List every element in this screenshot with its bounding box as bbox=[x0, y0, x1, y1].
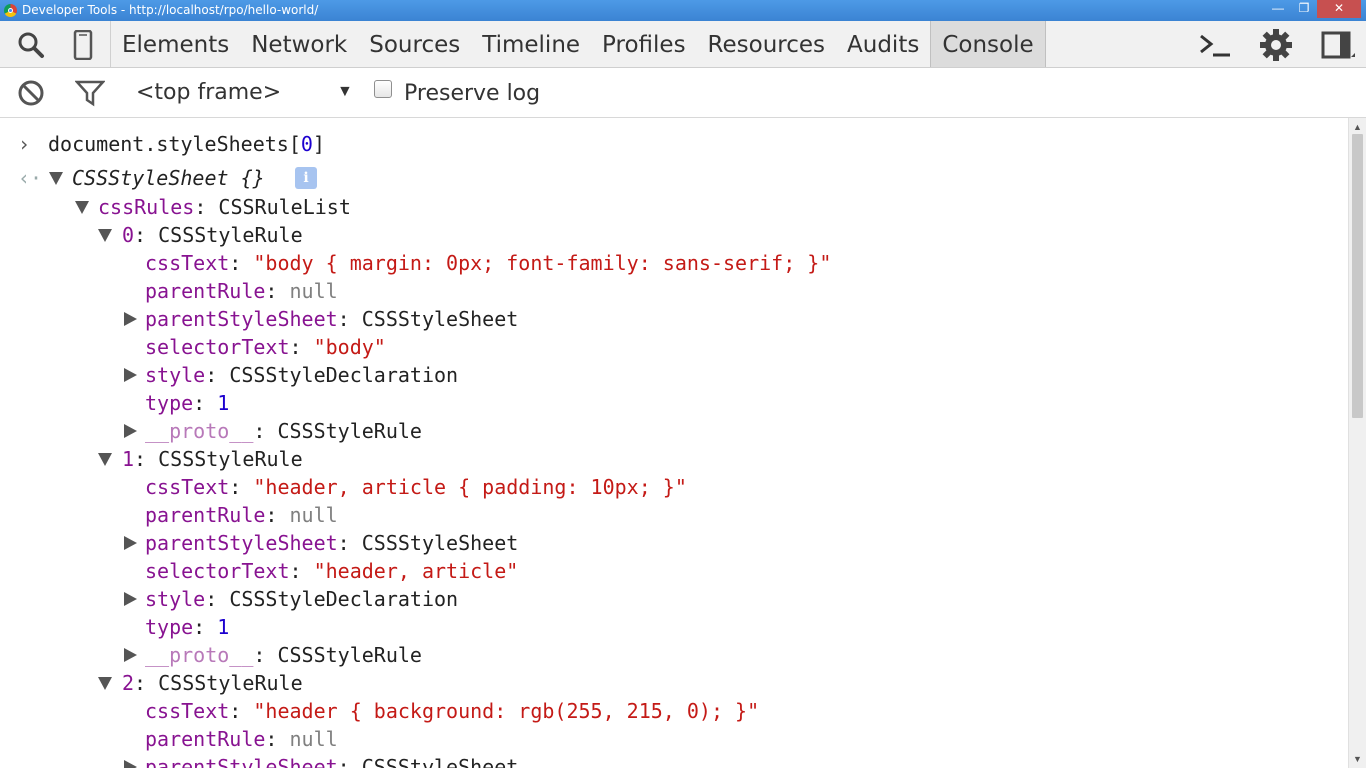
prop-style[interactable]: style: CSSStyleDeclaration bbox=[145, 585, 458, 613]
prop-parentrule: parentRule: null bbox=[145, 503, 338, 527]
rule-row[interactable]: 0: CSSStyleRule bbox=[122, 221, 303, 249]
window-title: Developer Tools - http://localhost/rpo/h… bbox=[22, 3, 319, 17]
expand-parentstylesheet-icon[interactable] bbox=[124, 536, 137, 550]
window-titlebar: Developer Tools - http://localhost/rpo/h… bbox=[0, 0, 1366, 21]
window-controls: — ❐ ✕ bbox=[1265, 0, 1361, 18]
minimize-icon[interactable]: — bbox=[1265, 0, 1291, 18]
info-icon[interactable]: i bbox=[295, 167, 317, 189]
scrollbar-thumb[interactable] bbox=[1352, 134, 1363, 418]
input-index: 0 bbox=[300, 132, 313, 156]
rule-row[interactable]: 2: CSSStyleRule bbox=[122, 669, 303, 697]
prop-type: type: 1 bbox=[145, 615, 230, 639]
tab-network[interactable]: Network bbox=[240, 21, 358, 67]
dock-side-icon[interactable] bbox=[1318, 21, 1358, 68]
expand-style-icon[interactable] bbox=[124, 592, 137, 606]
expand-proto-icon[interactable] bbox=[124, 424, 137, 438]
prop-selectortext: selectorText: "header, article" bbox=[145, 559, 519, 583]
prop-proto[interactable]: __proto__: CSSStyleRule bbox=[145, 641, 422, 669]
input-prompt-icon: › bbox=[18, 132, 31, 156]
preserve-log-checkbox[interactable] bbox=[374, 80, 392, 98]
preserve-log-label: Preserve log bbox=[404, 81, 541, 106]
expand-rule-icon[interactable] bbox=[98, 677, 112, 690]
input-close: ] bbox=[312, 132, 325, 156]
prop-csstext: cssText: "header, article { padding: 10p… bbox=[145, 475, 687, 499]
panel-tabs: Elements Network Sources Timeline Profil… bbox=[110, 21, 1046, 67]
devtools-toolbar: Elements Network Sources Timeline Profil… bbox=[0, 21, 1366, 68]
close-icon[interactable]: ✕ bbox=[1317, 0, 1361, 18]
search-icon[interactable] bbox=[14, 21, 48, 68]
prop-parentstylesheet[interactable]: parentStyleSheet: CSSStyleSheet bbox=[145, 529, 518, 557]
console-filterbar: <top frame> ▼ Preserve log bbox=[0, 68, 1366, 118]
chrome-icon bbox=[4, 4, 17, 17]
prop-parentrule: parentRule: null bbox=[145, 279, 338, 303]
console-output: › document.styleSheets[0] ‹· CSSStyleShe… bbox=[0, 118, 1348, 768]
scroll-down-icon[interactable]: ▼ bbox=[1353, 754, 1362, 764]
cssrules-row[interactable]: cssRules: CSSRuleList bbox=[98, 193, 351, 221]
expand-parentstylesheet-icon[interactable] bbox=[124, 312, 137, 326]
result-type[interactable]: CSSStyleSheet {} bbox=[72, 164, 265, 192]
console-scrollbar[interactable]: ▲ ▼ bbox=[1348, 118, 1366, 768]
expand-rule-icon[interactable] bbox=[98, 229, 112, 242]
prop-csstext: cssText: "body { margin: 0px; font-famil… bbox=[145, 251, 832, 275]
expand-proto-icon[interactable] bbox=[124, 648, 137, 662]
input-expression: document.styleSheets[ bbox=[48, 132, 301, 156]
result-arrow-icon: ‹· bbox=[18, 166, 43, 190]
tab-profiles[interactable]: Profiles bbox=[591, 21, 697, 67]
tab-console[interactable]: Console bbox=[930, 21, 1046, 67]
tab-resources[interactable]: Resources bbox=[697, 21, 836, 67]
prop-parentstylesheet[interactable]: parentStyleSheet: CSSStyleSheet bbox=[145, 753, 518, 768]
filter-icon[interactable] bbox=[74, 68, 106, 118]
expand-parentstylesheet-icon[interactable] bbox=[124, 760, 137, 768]
clear-console-icon[interactable] bbox=[14, 68, 48, 118]
console-input-line[interactable]: document.styleSheets[0] bbox=[48, 130, 325, 158]
expand-rule-icon[interactable] bbox=[98, 453, 112, 466]
restore-icon[interactable]: ❐ bbox=[1291, 0, 1317, 18]
gear-icon[interactable] bbox=[1258, 21, 1294, 68]
drawer-console-icon[interactable] bbox=[1196, 21, 1234, 68]
tab-audits[interactable]: Audits bbox=[836, 21, 930, 67]
expand-style-icon[interactable] bbox=[124, 368, 137, 382]
prop-parentrule: parentRule: null bbox=[145, 727, 338, 751]
expand-cssrules-icon[interactable] bbox=[75, 201, 89, 214]
frame-select[interactable]: <top frame> bbox=[136, 80, 281, 105]
device-mode-icon[interactable] bbox=[70, 21, 96, 68]
tab-sources[interactable]: Sources bbox=[358, 21, 471, 67]
scroll-up-icon[interactable]: ▲ bbox=[1353, 122, 1362, 132]
expand-stylesheet-icon[interactable] bbox=[49, 172, 63, 185]
prop-parentstylesheet[interactable]: parentStyleSheet: CSSStyleSheet bbox=[145, 305, 518, 333]
rule-row[interactable]: 1: CSSStyleRule bbox=[122, 445, 303, 473]
prop-proto[interactable]: __proto__: CSSStyleRule bbox=[145, 417, 422, 445]
prop-type: type: 1 bbox=[145, 391, 230, 415]
prop-csstext: cssText: "header { background: rgb(255, … bbox=[145, 699, 760, 723]
prop-selectortext: selectorText: "body" bbox=[145, 335, 386, 359]
chevron-down-icon[interactable]: ▼ bbox=[337, 83, 353, 101]
tab-elements[interactable]: Elements bbox=[111, 21, 240, 67]
prop-style[interactable]: style: CSSStyleDeclaration bbox=[145, 361, 458, 389]
tab-timeline[interactable]: Timeline bbox=[471, 21, 591, 67]
